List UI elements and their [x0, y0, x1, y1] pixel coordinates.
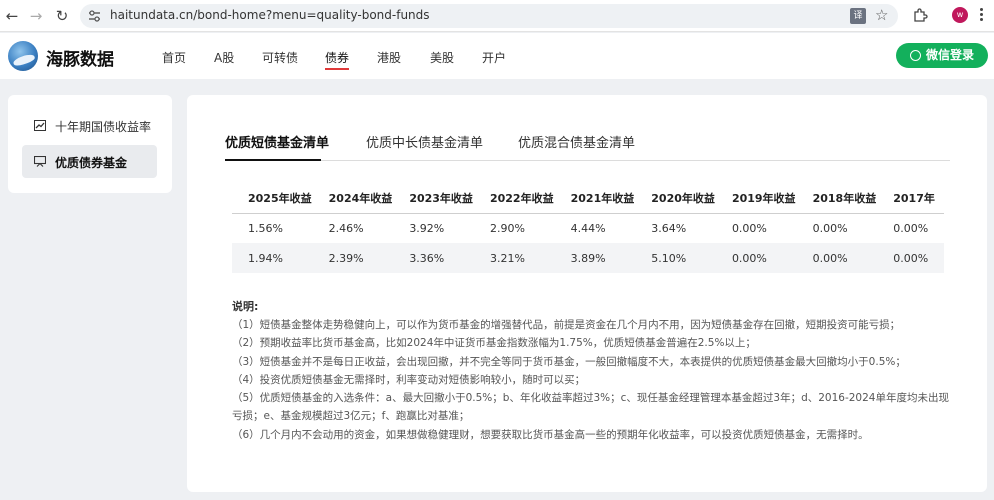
bookmark-star-icon[interactable]: ☆ — [875, 6, 888, 24]
table-cell: 4.44% — [570, 221, 606, 235]
table-cell: 0.00% — [877, 243, 944, 273]
note-line: （1）短债基金整体走势稳健向上，可以作为货币基金的增强替代品，前提是资金在几个月… — [232, 319, 901, 331]
column-header[interactable]: 2023年收益 — [393, 183, 474, 214]
sidebar-item-label: 优质债券基金 — [55, 156, 128, 170]
extensions-puzzle-icon[interactable] — [912, 7, 928, 23]
nav-item-convertible-bonds[interactable]: 可转债 — [262, 49, 298, 66]
table-cell: 1.56% — [248, 221, 283, 235]
nav-item-hk-stocks[interactable]: 港股 — [377, 49, 401, 66]
line-chart-icon — [34, 120, 46, 131]
table-cell: 3.92% — [409, 221, 445, 235]
site-header: 海豚数据 首页 A股 可转债 债券 港股 美股 开户 微信登录 — [0, 33, 994, 79]
table-row[interactable]: 1.56% 2.46% 3.92% 2.90% 4.44% 3.64% 0.00… — [232, 213, 944, 243]
nav-item-a-shares[interactable]: A股 — [214, 49, 234, 66]
note-line: （4）投资优质短债基金无需择时，利率变动对短债影响较小，随时可以买； — [232, 373, 586, 386]
column-header[interactable]: 2020年收益 — [635, 183, 716, 214]
dolphin-logo-icon[interactable] — [8, 41, 38, 71]
nav-active-underline — [325, 68, 349, 70]
note-line: （2）预期收益率比货币基金高，比如2024年中证货币基金指数涨幅为1.75%，优… — [232, 337, 756, 350]
table-cell: 3.64% — [651, 221, 687, 235]
notes-title: 说明: — [232, 300, 259, 313]
column-header[interactable]: 2022年收益 — [473, 183, 555, 214]
table-cell: 0.00% — [796, 243, 878, 273]
table-cell: 5.10% — [635, 243, 716, 273]
column-header[interactable]: 2024年收益 — [312, 183, 394, 214]
site-info-icon[interactable] — [88, 10, 101, 22]
address-bar[interactable]: haitundata.cn/bond-home?menu=quality-bon… — [80, 4, 898, 28]
column-header[interactable]: 2017年 — [877, 183, 944, 214]
table-cell: 2.90% — [489, 221, 525, 235]
tab-active-underline — [225, 159, 321, 161]
table-cell: 1.94% — [232, 243, 313, 273]
chat-bubble-icon — [910, 50, 921, 61]
table-cell: 2.39% — [312, 243, 394, 273]
tab-mid-long-term-bond-funds[interactable]: 优质中长债基金清单 — [366, 132, 483, 151]
tab-short-term-bond-funds[interactable]: 优质短债基金清单 — [225, 132, 329, 151]
main-content: 优质短债基金清单 优质中长债基金清单 优质混合债基金清单 2025年收益 202… — [187, 95, 987, 492]
table-row[interactable]: 1.94% 2.39% 3.36% 3.21% 3.89% 5.10% 0.00… — [232, 243, 944, 273]
sidebar-item-label: 十年期国债收益率 — [55, 120, 152, 134]
site-logo-text[interactable]: 海豚数据 — [46, 45, 114, 70]
browser-toolbar: ← → ↻ haitundata.cn/bond-home?menu=quali… — [0, 0, 994, 32]
fund-tabs: 优质短债基金清单 优质中长债基金清单 优质混合债基金清单 — [225, 123, 950, 161]
forward-arrow-icon[interactable]: → — [26, 6, 46, 26]
note-line: （3）短债基金并不是每日正收益，会出现回撤，并不完全等同于货币基金，一般回撤幅度… — [232, 355, 906, 368]
wechat-login-label: 微信登录 — [926, 48, 975, 62]
column-header[interactable]: 2021年收益 — [554, 183, 636, 214]
note-line: （5）优质短债基金的入选条件：a、最大回撤小于0.5%；b、年化收益率超过3%；… — [232, 392, 949, 423]
nav-item-open-account[interactable]: 开户 — [482, 49, 506, 66]
table-cell: 3.21% — [473, 243, 555, 273]
sidebar: 十年期国债收益率 优质债券基金 — [8, 95, 172, 193]
table-cell: 3.36% — [393, 243, 474, 273]
wechat-login-button[interactable]: 微信登录 — [896, 43, 988, 68]
url-text[interactable]: haitundata.cn/bond-home?menu=quality-bon… — [110, 8, 430, 22]
nav-item-bonds[interactable]: 债券 — [325, 49, 349, 66]
presentation-board-icon — [34, 156, 46, 167]
table-cell: 2.46% — [328, 221, 364, 235]
table-cell: 0.00% — [715, 243, 797, 273]
browser-menu-icon[interactable] — [978, 6, 984, 24]
profile-avatar[interactable]: w — [952, 7, 968, 23]
translate-icon[interactable]: 译 — [850, 8, 866, 24]
table-cell: 0.00% — [893, 221, 929, 235]
fund-returns-table[interactable]: 2025年收益 2024年收益 2023年收益 2022年收益 2021年收益 … — [232, 183, 944, 273]
sidebar-item-quality-bond-funds[interactable]: 优质债券基金 — [22, 145, 157, 178]
reload-icon[interactable]: ↻ — [52, 6, 72, 26]
explanation-notes: 说明: （1）短债基金整体走势稳健向上，可以作为货币基金的增强替代品，前提是资金… — [232, 298, 952, 444]
tab-mixed-bond-funds[interactable]: 优质混合债基金清单 — [518, 132, 635, 151]
back-arrow-icon[interactable]: ← — [2, 6, 22, 26]
column-header[interactable]: 2019年收益 — [715, 183, 797, 214]
note-line: （6）几个月内不会动用的资金，如果想做稳健理财，想要获取比货币基金高一些的预期年… — [232, 428, 869, 441]
table-header-row: 2025年收益 2024年收益 2023年收益 2022年收益 2021年收益 … — [232, 183, 944, 214]
column-header[interactable]: 2025年收益 — [232, 183, 313, 214]
column-header[interactable]: 2018年收益 — [796, 183, 878, 214]
table-cell: 3.89% — [554, 243, 636, 273]
table-cell: 0.00% — [731, 221, 767, 235]
nav-item-us-stocks[interactable]: 美股 — [430, 49, 454, 66]
table-cell: 0.00% — [812, 221, 848, 235]
nav-item-home[interactable]: 首页 — [162, 49, 186, 66]
sidebar-item-10y-treasury-yield[interactable]: 十年期国债收益率 — [22, 109, 157, 142]
